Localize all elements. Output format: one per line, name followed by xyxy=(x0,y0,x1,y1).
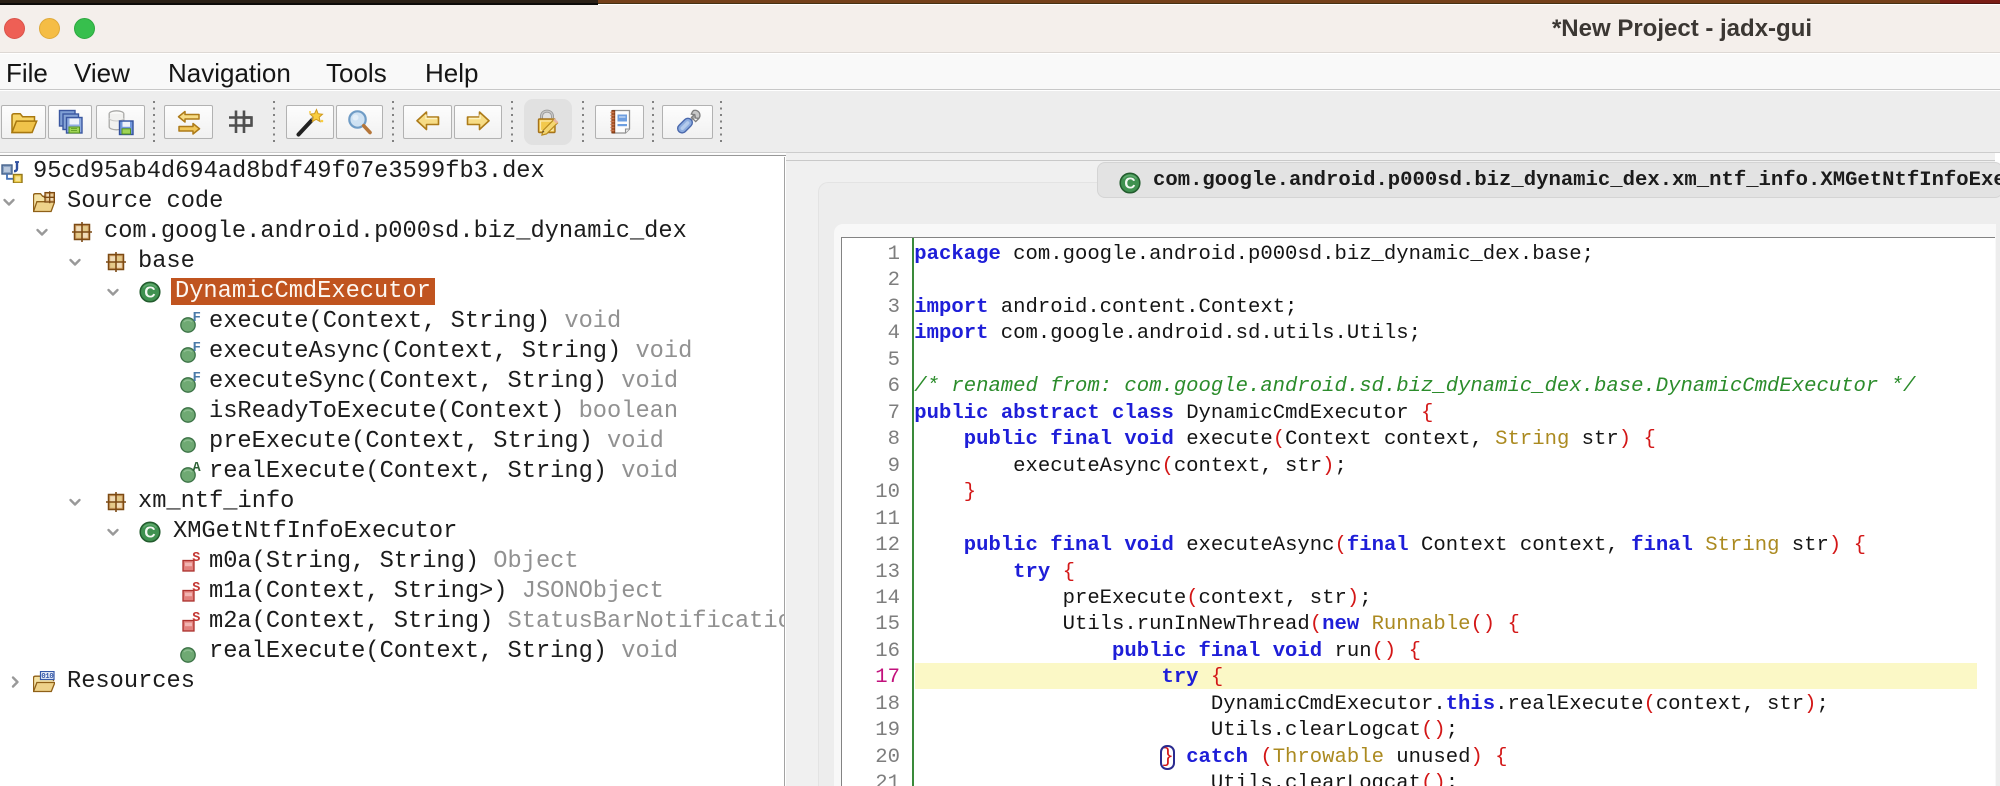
svg-text:F: F xyxy=(193,371,201,386)
svg-text:S: S xyxy=(192,551,200,566)
svg-text:S: S xyxy=(192,581,200,596)
svg-text:F: F xyxy=(193,341,201,356)
svg-text:C: C xyxy=(1124,176,1135,193)
svg-text:010: 010 xyxy=(41,673,54,681)
svg-text:F: F xyxy=(193,311,201,326)
svg-text:C: C xyxy=(144,285,155,302)
svg-text:S: S xyxy=(192,611,200,626)
svg-text:A: A xyxy=(193,461,202,476)
svg-text:C: C xyxy=(144,525,155,542)
